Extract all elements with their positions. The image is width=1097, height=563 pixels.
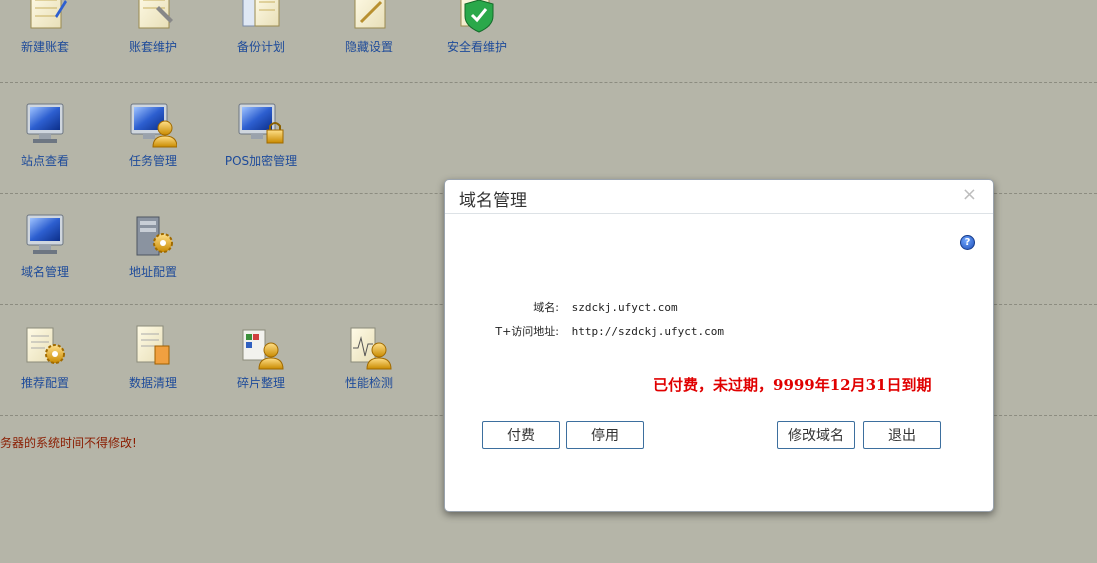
document-clean-icon [129,322,177,370]
menu-site-view[interactable]: 站点查看 [0,100,95,169]
menu-hide-settings[interactable]: 隐藏设置 [319,0,419,55]
menu-site-view-label: 站点查看 [20,154,69,168]
menu-backup-plan[interactable]: 备份计划 [211,0,311,55]
url-row: T+访问地址: http://szdckj.ufyct.com [445,323,724,339]
menu-address-config-label: 地址配置 [128,265,177,279]
disable-button[interactable]: 停用 [566,421,644,449]
menu-new-book[interactable]: 新建账套 [0,0,95,55]
monitor-icon [21,211,69,259]
dialog-header: 域名管理 × [445,180,993,214]
menu-security-maintenance-label: 安全看维护 [446,40,507,54]
menu-defragment[interactable]: 碎片整理 [211,322,311,391]
domain-row: 域名: szdckj.ufyct.com [445,299,678,315]
new-book-icon [21,0,69,34]
domain-management-dialog: 域名管理 × ? 域名: szdckj.ufyct.com T+访问地址: ht… [444,179,994,512]
book-maintenance-icon [129,0,177,34]
menu-backup-plan-label: 备份计划 [236,40,285,54]
domain-value: szdckj.ufyct.com [571,301,678,314]
system-time-warning: 务器的系统时间不得修改! [0,436,137,450]
menu-recommended-config-label: 推荐配置 [20,376,69,390]
menu-task-management[interactable]: 任务管理 [103,100,203,169]
subscription-status: 已付费，未过期，9999年12月31日到期 [653,376,932,394]
backup-plan-icon [237,0,285,34]
menu-recommended-config[interactable]: 推荐配置 [0,322,95,391]
server-gear-icon [129,211,177,259]
performance-user-icon [345,322,393,370]
menu-defragment-label: 碎片整理 [236,376,285,390]
menu-data-cleanup-label: 数据清理 [128,376,177,390]
row-divider [0,82,1097,83]
dialog-title: 域名管理 [459,191,527,211]
menu-task-management-label: 任务管理 [128,154,177,168]
menu-book-maintenance[interactable]: 账套维护 [103,0,203,55]
menu-domain-management[interactable]: 域名管理 [0,211,95,280]
close-icon[interactable]: × [962,184,977,205]
document-gear-icon [21,322,69,370]
menu-new-book-label: 新建账套 [20,40,69,54]
domain-label: 域名: [533,301,559,314]
pay-button[interactable]: 付费 [482,421,560,449]
menu-data-cleanup[interactable]: 数据清理 [103,322,203,391]
menu-address-config[interactable]: 地址配置 [103,211,203,280]
hide-settings-icon [345,0,393,34]
menu-hide-settings-label: 隐藏设置 [344,40,393,54]
menu-pos-encryption-label: POS加密管理 [224,154,298,168]
menu-performance-test-label: 性能检测 [344,376,393,390]
monitor-user-icon [129,100,178,148]
url-value: http://szdckj.ufyct.com [571,325,724,338]
menu-book-maintenance-label: 账套维护 [128,40,177,54]
monitor-lock-icon [237,100,285,148]
menu-security-maintenance[interactable]: 安全看维护 [427,0,527,55]
modify-domain-button[interactable]: 修改域名 [777,421,855,449]
defrag-user-icon [237,322,285,370]
menu-performance-test[interactable]: 性能检测 [319,322,419,391]
help-icon[interactable]: ? [960,235,975,250]
menu-pos-encryption[interactable]: POS加密管理 [211,100,311,169]
monitor-icon [21,100,69,148]
exit-button[interactable]: 退出 [863,421,941,449]
url-label: T+访问地址: [495,325,559,338]
menu-domain-management-label: 域名管理 [20,265,69,279]
security-shield-icon [453,0,501,34]
